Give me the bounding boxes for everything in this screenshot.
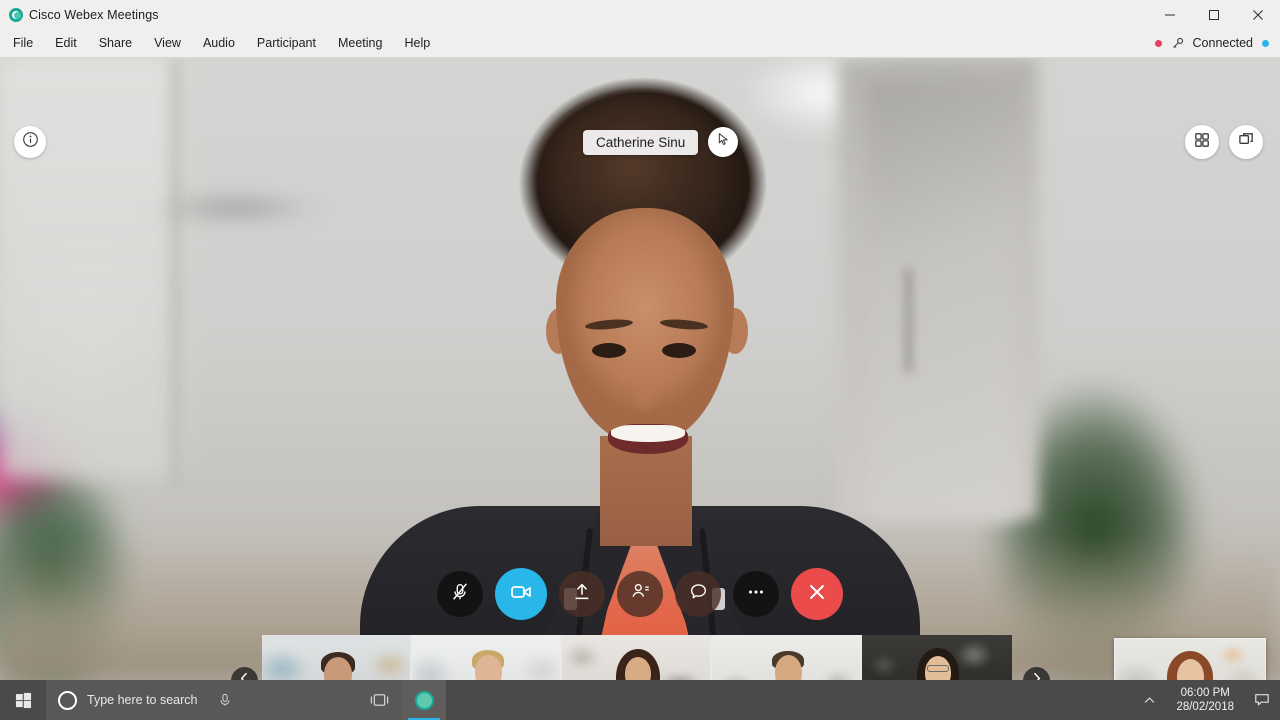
participant-thumbnail[interactable]: Herbert Hill xyxy=(412,635,562,680)
participant-video xyxy=(862,635,1012,680)
float-window-button[interactable] xyxy=(1229,125,1263,159)
title-bar: Cisco Webex Meetings xyxy=(0,0,1280,29)
app-title: Cisco Webex Meetings xyxy=(29,7,159,22)
speaker-eye-left xyxy=(592,343,626,358)
cortana-circle-icon xyxy=(58,690,77,710)
close-icon[interactable] xyxy=(1236,0,1280,29)
participants-button[interactable] xyxy=(617,571,663,617)
chat-button[interactable] xyxy=(675,571,721,617)
windows-taskbar: Type here to search 06:00 PM 28/02/2018 xyxy=(0,680,1280,720)
action-center-icon[interactable] xyxy=(1244,692,1280,708)
pin-speaker-button[interactable] xyxy=(708,127,739,157)
taskbar-search-box[interactable]: Type here to search xyxy=(46,680,356,720)
menu-bar: File Edit Share View Audio Participant M… xyxy=(0,29,1280,58)
participant-video xyxy=(712,635,860,680)
microphone-icon[interactable] xyxy=(207,693,243,707)
more-button[interactable] xyxy=(733,571,779,617)
menu-item-participant[interactable]: Participant xyxy=(246,29,327,57)
end-call-button[interactable] xyxy=(791,568,843,620)
grid-layout-icon xyxy=(1194,132,1210,153)
search-input[interactable]: Type here to search xyxy=(87,693,197,707)
meeting-info-button[interactable] xyxy=(14,126,46,158)
speaker-nose xyxy=(627,363,663,415)
menu-item-edit[interactable]: Edit xyxy=(44,29,88,57)
self-view-panel[interactable] xyxy=(1114,638,1266,680)
speaker-teeth xyxy=(611,425,685,442)
mic-muted-icon xyxy=(450,582,470,607)
stage-view-buttons xyxy=(1185,125,1263,159)
webex-app-icon xyxy=(414,690,434,710)
pin-cursor-icon xyxy=(716,132,731,152)
stacked-windows-icon xyxy=(1238,131,1255,153)
participant-filmstrip: Adrian Delamico xyxy=(262,635,1012,680)
close-x-icon xyxy=(805,580,829,609)
taskbar-clock[interactable]: 06:00 PM 28/02/2018 xyxy=(1166,686,1244,714)
speaker-eye-right xyxy=(662,343,696,358)
menu-item-meeting[interactable]: Meeting xyxy=(327,29,393,57)
webex-logo-icon xyxy=(9,7,23,22)
active-speaker-label-group: Catherine Sinu xyxy=(583,127,739,157)
clock-time: 06:00 PM xyxy=(1180,687,1230,699)
share-up-icon xyxy=(572,582,592,607)
minimize-icon[interactable] xyxy=(1148,0,1192,29)
record-dot-icon xyxy=(1154,39,1162,47)
participant-video xyxy=(412,635,560,680)
menu-item-share[interactable]: Share xyxy=(88,29,143,57)
participant-thumbnail[interactable]: Elizabeth Wu xyxy=(862,635,1012,680)
connected-dot-icon xyxy=(1262,39,1269,47)
meeting-status: Connected xyxy=(1154,36,1280,50)
menu-item-file[interactable]: File xyxy=(2,29,44,57)
mute-button[interactable] xyxy=(437,571,483,617)
menu-item-audio[interactable]: Audio xyxy=(192,29,246,57)
connection-status-label: Connected xyxy=(1192,36,1253,50)
maximize-icon[interactable] xyxy=(1192,0,1236,29)
participant-video xyxy=(562,635,710,680)
window-controls xyxy=(1148,0,1280,29)
share-button[interactable] xyxy=(559,571,605,617)
taskbar-webex-app-button[interactable] xyxy=(402,680,446,720)
participants-icon xyxy=(630,581,651,607)
meeting-control-bar xyxy=(0,568,1280,620)
webex-meetings-window: Cisco Webex Meetings File Edit Share Vie… xyxy=(0,0,1280,720)
menu-item-help[interactable]: Help xyxy=(393,29,441,57)
participant-thumbnail[interactable]: Adrian Delamico xyxy=(262,635,412,680)
menu-item-view[interactable]: View xyxy=(143,29,192,57)
active-speaker-name: Catherine Sinu xyxy=(583,129,699,155)
task-view-icon[interactable] xyxy=(356,680,402,720)
grid-layout-button[interactable] xyxy=(1185,125,1219,159)
video-camera-icon xyxy=(509,580,533,609)
video-button[interactable] xyxy=(495,568,547,620)
chevron-up-icon[interactable] xyxy=(1132,694,1166,707)
chat-bubble-icon xyxy=(688,581,709,607)
chevron-right-icon xyxy=(1030,672,1043,680)
participant-video xyxy=(262,635,410,680)
clock-date: 28/02/2018 xyxy=(1176,701,1234,713)
system-tray: 06:00 PM 28/02/2018 xyxy=(1132,680,1280,720)
chevron-left-icon xyxy=(238,672,251,680)
participant-thumbnail[interactable]: David Liam xyxy=(712,635,862,680)
participant-thumbnail[interactable]: Sherry McKenna xyxy=(562,635,712,680)
speaker-mouth xyxy=(608,424,688,454)
windows-start-icon[interactable] xyxy=(0,680,46,720)
video-stage: Catherine Sinu xyxy=(0,58,1280,680)
info-icon xyxy=(22,131,39,153)
key-icon[interactable] xyxy=(1171,37,1184,50)
ellipsis-icon xyxy=(745,581,767,608)
title-bar-left: Cisco Webex Meetings xyxy=(0,7,159,22)
